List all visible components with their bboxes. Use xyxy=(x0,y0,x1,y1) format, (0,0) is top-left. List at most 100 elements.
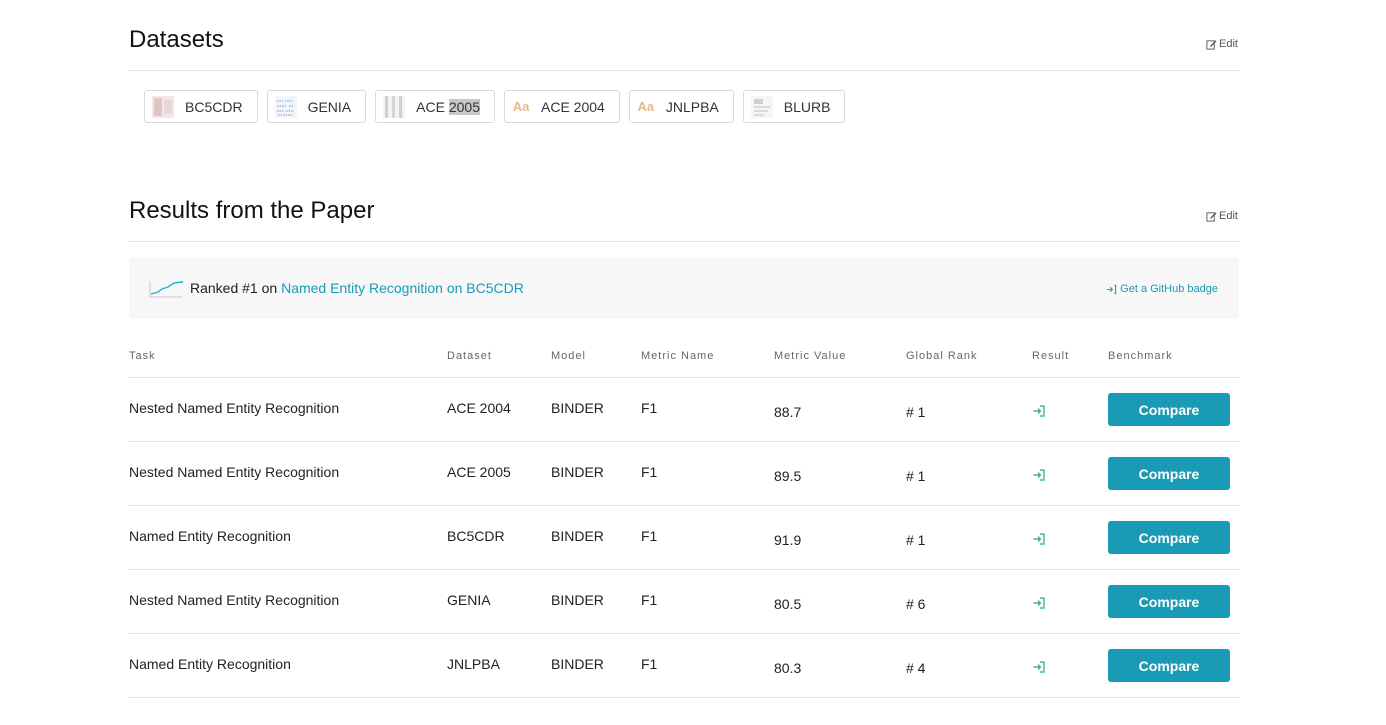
table-row: Nested Named Entity Recognition ACE 2004… xyxy=(129,377,1239,442)
compare-button[interactable]: Compare xyxy=(1108,585,1230,618)
metric-name: F1 xyxy=(641,527,658,544)
metric-name: F1 xyxy=(641,655,658,672)
dataset-cell[interactable]: GENIA xyxy=(447,569,551,634)
results-table: Task Dataset Model Metric Name Metric Va… xyxy=(129,335,1239,698)
result-cell xyxy=(1032,505,1108,570)
task-link[interactable]: Nested Named Entity Recognition xyxy=(129,400,339,416)
rank-text: Ranked #1 on Named Entity Recognition on… xyxy=(190,280,524,296)
dataset-cell[interactable]: ACE 2004 xyxy=(447,377,551,442)
task-link[interactable]: Nested Named Entity Recognition xyxy=(129,464,339,480)
column-header-benchmark: Benchmark xyxy=(1108,335,1239,378)
table-row: Nested Named Entity Recognition GENIA BI… xyxy=(129,569,1239,634)
result-cell xyxy=(1032,377,1108,442)
metric-value-cell: 89.5 xyxy=(774,441,906,506)
sign-in-icon[interactable] xyxy=(1032,532,1046,546)
sign-in-icon[interactable] xyxy=(1032,596,1046,610)
sign-in-icon xyxy=(1107,284,1117,294)
model-cell: BINDER xyxy=(551,505,641,570)
task-cell[interactable]: Named Entity Recognition xyxy=(129,505,447,570)
chip-label-highlight: 2005 xyxy=(448,98,480,115)
table-header-row: Task Dataset Model Metric Name Metric Va… xyxy=(129,335,1239,378)
task-cell[interactable]: Named Entity Recognition xyxy=(129,633,447,698)
metric-value: 80.3 xyxy=(774,659,802,676)
benchmark-cell: Compare xyxy=(1108,377,1239,442)
dataset-chip-genia[interactable]: GENIA xyxy=(266,90,367,123)
dataset-thumbnail-icon xyxy=(274,95,298,119)
benchmark-cell: Compare xyxy=(1108,505,1239,570)
benchmark-cell: Compare xyxy=(1108,441,1239,506)
column-header-metric-name: Metric Name xyxy=(641,335,774,378)
chip-label: JNLPBA xyxy=(665,98,719,115)
metric-value-cell: 80.5 xyxy=(774,569,906,634)
rank-leaderboard-link[interactable]: Named Entity Recognition on BC5CDR xyxy=(281,280,524,296)
global-rank-cell: # 1 xyxy=(906,377,1032,442)
dataset-cell[interactable]: BC5CDR xyxy=(447,505,551,570)
dataset-link[interactable]: ACE 2005 xyxy=(447,464,511,480)
result-cell xyxy=(1032,441,1108,506)
rank-prefix: Ranked #1 on xyxy=(190,280,282,296)
compare-button[interactable]: Compare xyxy=(1108,393,1230,426)
metric-name-cell: F1 xyxy=(641,505,774,570)
metric-value: 88.7 xyxy=(774,403,802,420)
sign-in-icon[interactable] xyxy=(1032,404,1046,418)
sign-in-icon[interactable] xyxy=(1032,660,1046,674)
dataset-chip-bc5cdr[interactable]: BC5CDR xyxy=(144,90,258,123)
task-cell[interactable]: Nested Named Entity Recognition xyxy=(129,377,447,442)
dataset-chip-blurb[interactable]: BLURB xyxy=(742,90,846,123)
compare-button[interactable]: Compare xyxy=(1108,521,1230,554)
metric-value-cell: 80.3 xyxy=(774,633,906,698)
dataset-cell[interactable]: JNLPBA xyxy=(447,633,551,698)
model-name: BINDER xyxy=(551,527,604,544)
compare-button[interactable]: Compare xyxy=(1108,457,1230,490)
task-link[interactable]: Nested Named Entity Recognition xyxy=(129,592,339,608)
column-header-task: Task xyxy=(129,335,447,378)
metric-name-cell: F1 xyxy=(641,633,774,698)
datasets-title: Datasets xyxy=(129,26,224,53)
result-cell xyxy=(1032,633,1108,698)
metric-name: F1 xyxy=(641,591,658,608)
metric-value: 91.9 xyxy=(774,531,802,548)
metric-value-cell: 88.7 xyxy=(774,377,906,442)
column-header-dataset: Dataset xyxy=(447,335,551,378)
chip-label: BLURB xyxy=(783,98,831,115)
global-rank: # 1 xyxy=(906,467,926,484)
results-title: Results from the Paper xyxy=(129,197,375,224)
dataset-chip-ace-2004[interactable]: Aa ACE 2004 xyxy=(504,90,620,123)
chip-label: BC5CDR xyxy=(185,98,243,115)
github-badge-link[interactable]: Get a GitHub badge xyxy=(1106,283,1218,295)
task-link[interactable]: Named Entity Recognition xyxy=(129,656,291,672)
dataset-link[interactable]: BC5CDR xyxy=(447,528,505,544)
table-row: Nested Named Entity Recognition ACE 2005… xyxy=(129,441,1239,506)
sota-sparkline-icon xyxy=(149,281,183,298)
dataset-cell[interactable]: ACE 2005 xyxy=(447,441,551,506)
model-cell: BINDER xyxy=(551,377,641,442)
metric-value-cell: 91.9 xyxy=(774,505,906,570)
chip-label: ACE 2005 xyxy=(416,98,480,115)
metric-name-cell: F1 xyxy=(641,441,774,506)
column-header-metric-value: Metric Value xyxy=(774,335,906,378)
edit-icon xyxy=(1206,39,1217,50)
model-name: BINDER xyxy=(551,463,604,480)
table-row: Named Entity Recognition BC5CDR BINDER F… xyxy=(129,505,1239,570)
global-rank: # 1 xyxy=(906,531,926,548)
aa-text-icon: Aa xyxy=(637,99,655,114)
chip-label-text: ACE xyxy=(416,98,449,115)
results-edit-link[interactable]: Edit xyxy=(1206,210,1238,222)
dataset-link[interactable]: ACE 2004 xyxy=(447,400,511,416)
compare-button[interactable]: Compare xyxy=(1108,649,1230,682)
metric-value: 89.5 xyxy=(774,467,802,484)
dataset-link[interactable]: GENIA xyxy=(447,592,491,608)
dataset-chip-ace-2005[interactable]: ACE 2005 xyxy=(375,90,495,123)
dataset-link[interactable]: JNLPBA xyxy=(447,656,500,672)
datasets-edit-link[interactable]: Edit xyxy=(1206,38,1238,50)
dataset-chip-jnlpba[interactable]: Aa JNLPBA xyxy=(628,90,734,123)
results-header: Results from the Paper Edit xyxy=(129,170,1239,242)
benchmark-cell: Compare xyxy=(1108,633,1239,698)
chip-label: GENIA xyxy=(307,98,352,115)
paper-page: Datasets Edit BC5CDR GENIA ACE 2005 Aa A… xyxy=(129,0,1239,698)
global-rank-cell: # 1 xyxy=(906,505,1032,570)
sign-in-icon[interactable] xyxy=(1032,468,1046,482)
task-link[interactable]: Named Entity Recognition xyxy=(129,528,291,544)
task-cell[interactable]: Nested Named Entity Recognition xyxy=(129,569,447,634)
task-cell[interactable]: Nested Named Entity Recognition xyxy=(129,441,447,506)
